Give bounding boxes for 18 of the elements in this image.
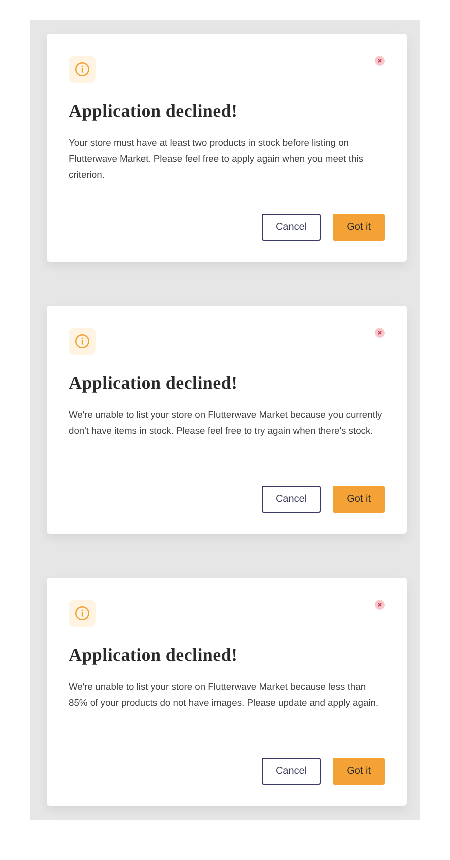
cancel-button[interactable]: Cancel — [262, 214, 322, 241]
info-icon — [69, 56, 96, 83]
info-icon — [69, 328, 96, 355]
dialog-title: Application declined! — [69, 101, 239, 122]
close-icon[interactable] — [375, 56, 385, 66]
confirm-button[interactable]: Got it — [333, 486, 385, 513]
info-icon — [69, 600, 96, 627]
close-icon[interactable] — [375, 600, 385, 610]
dialog-message: Your store must have at least two products in stock before listing on Flutterwave Market. Please feel free to apply again when you meet this criterion. — [69, 136, 364, 182]
dialog-message: We're unable to list your store on Flutterwave Market because you currently don't have items in stock. Please feel free to try again when there's stock. — [69, 408, 384, 438]
dialog-message: We're unable to list your store on Flutterwave Market because less than 85% of your products do not have images. Please update and apply again. — [69, 680, 380, 710]
cancel-button[interactable]: Cancel — [262, 486, 322, 513]
close-icon[interactable] — [375, 328, 385, 338]
dialog-title: Application declined! — [69, 373, 239, 394]
dialog-title: Application declined! — [69, 645, 239, 666]
confirm-button[interactable]: Got it — [333, 758, 385, 785]
cancel-button[interactable]: Cancel — [262, 758, 322, 785]
confirm-button[interactable]: Got it — [333, 214, 385, 241]
